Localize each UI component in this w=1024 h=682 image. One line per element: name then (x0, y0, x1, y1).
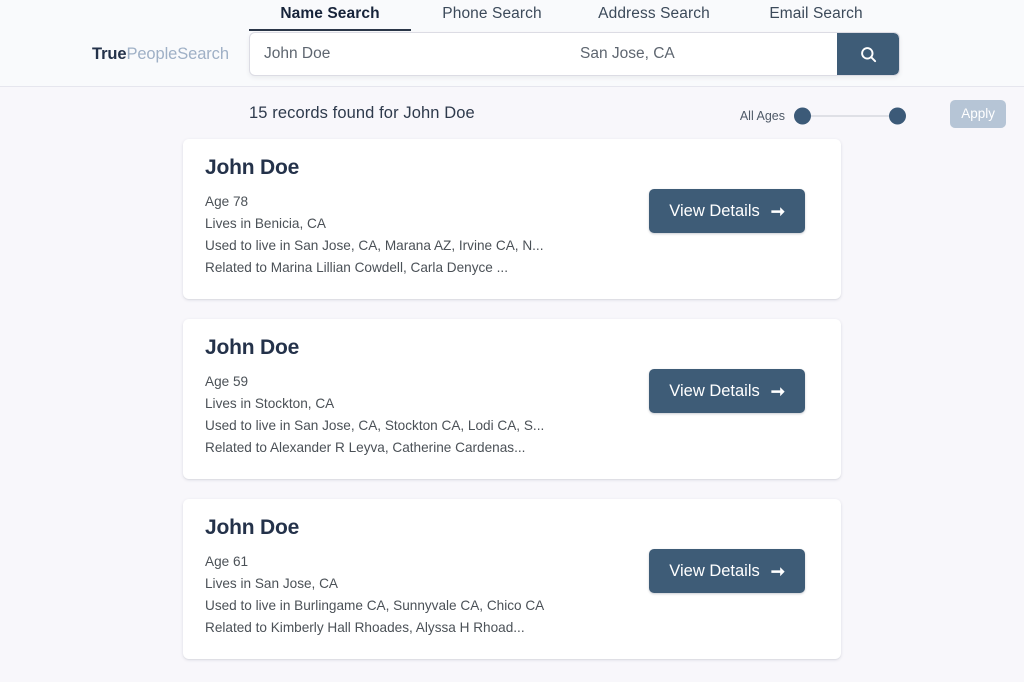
search-bar (249, 32, 900, 76)
search-icon (859, 45, 878, 64)
tab-email-search[interactable]: Email Search (735, 5, 897, 29)
view-details-button[interactable]: View Details ➞ (649, 189, 805, 233)
slider-track (800, 116, 900, 117)
person-name: John Doe (205, 336, 819, 360)
view-details-button[interactable]: View Details ➞ (649, 369, 805, 413)
logo-bold-text: True (92, 45, 126, 63)
person-name: John Doe (205, 516, 819, 540)
age-filter-label: All Ages (740, 109, 785, 123)
view-details-button[interactable]: View Details ➞ (649, 549, 805, 593)
view-details-label: View Details (669, 382, 759, 401)
slider-handle-max[interactable] (889, 108, 906, 125)
view-details-label: View Details (669, 202, 759, 221)
results-count: 15 records found for John Doe (249, 104, 475, 123)
tab-address-search[interactable]: Address Search (573, 5, 735, 29)
results-bar: 15 records found for John Doe All Ages A… (0, 87, 1024, 139)
tab-name-search[interactable]: Name Search (249, 5, 411, 31)
arrow-right-icon: ➞ (771, 563, 785, 580)
view-details-label: View Details (669, 562, 759, 581)
person-past-locations: Used to live in Burlingame CA, Sunnyvale… (205, 595, 819, 617)
search-submit-button[interactable] (837, 33, 899, 75)
age-filter: All Ages (740, 107, 906, 125)
search-type-tabs: Name Search Phone Search Address Search … (249, 5, 897, 33)
person-past-locations: Used to live in San Jose, CA, Stockton C… (205, 415, 819, 437)
person-relatives: Related to Marina Lillian Cowdell, Carla… (205, 257, 819, 279)
arrow-right-icon: ➞ (771, 203, 785, 220)
result-card[interactable]: John Doe Age 61 Lives in San Jose, CA Us… (183, 499, 841, 659)
results-list: John Doe Age 78 Lives in Benicia, CA Use… (0, 139, 1024, 659)
site-header: Name Search Phone Search Address Search … (0, 0, 1024, 87)
apply-filter-button[interactable]: Apply (950, 100, 1006, 128)
result-card[interactable]: John Doe Age 78 Lives in Benicia, CA Use… (183, 139, 841, 299)
search-input-location[interactable] (580, 33, 837, 75)
logo-light-text: PeopleSearch (126, 45, 228, 63)
arrow-right-icon: ➞ (771, 383, 785, 400)
site-logo[interactable]: TruePeopleSearch (92, 45, 229, 64)
tab-phone-search[interactable]: Phone Search (411, 5, 573, 29)
person-relatives: Related to Alexander R Leyva, Catherine … (205, 437, 819, 459)
person-name: John Doe (205, 156, 819, 180)
result-card[interactable]: John Doe Age 59 Lives in Stockton, CA Us… (183, 319, 841, 479)
slider-handle-min[interactable] (794, 108, 811, 125)
person-past-locations: Used to live in San Jose, CA, Marana AZ,… (205, 235, 819, 257)
age-range-slider[interactable] (794, 107, 906, 125)
person-relatives: Related to Kimberly Hall Rhoades, Alyssa… (205, 617, 819, 639)
search-input-name[interactable] (250, 33, 580, 75)
